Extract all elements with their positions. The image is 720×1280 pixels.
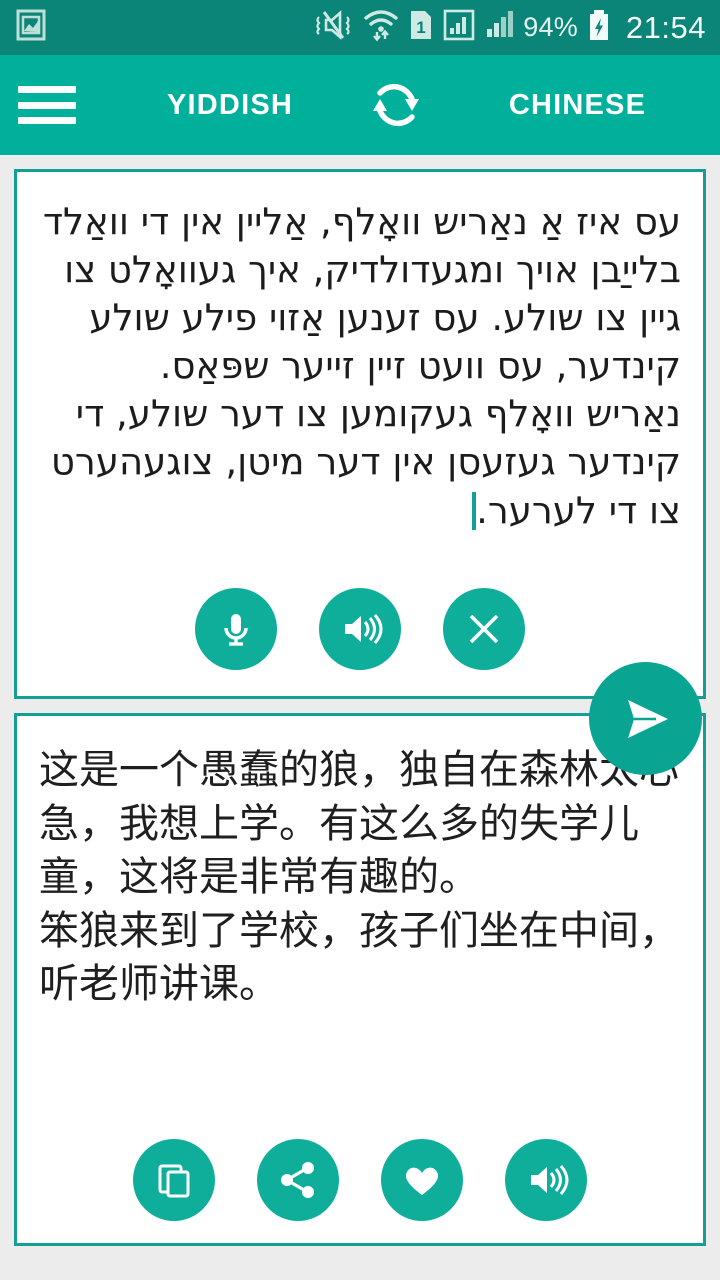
- image-icon: [16, 8, 46, 47]
- signal-sim1-icon: [443, 8, 475, 47]
- speak-translation-button[interactable]: [505, 1139, 587, 1221]
- source-action-buttons: [17, 588, 703, 670]
- status-bar: 1 94% 21:54: [0, 0, 720, 55]
- clear-button[interactable]: [443, 588, 525, 670]
- app-root: 1 94% 21:54 YIDDISH CHINESE עס איז אַ נא…: [0, 0, 720, 1280]
- target-language-selector[interactable]: CHINESE: [470, 89, 685, 122]
- source-text-input[interactable]: עס איז אַ נאַריש וואָלף, אַליין אין די ו…: [17, 172, 703, 535]
- hamburger-bar: [18, 86, 76, 93]
- microphone-button[interactable]: [195, 588, 277, 670]
- translate-send-button[interactable]: [589, 662, 702, 775]
- translation-action-buttons: [17, 1139, 703, 1221]
- sim1-icon: 1: [408, 8, 434, 47]
- hamburger-bar: [18, 117, 76, 124]
- status-bar-notifications: [16, 8, 46, 47]
- source-text-card: עס איז אַ נאַריש וואָלף, אַליין אין די ו…: [14, 169, 706, 699]
- source-text-value: עס איז אַ נאַריש וואָלף, אַליין אין די ו…: [42, 200, 681, 532]
- app-toolbar: YIDDISH CHINESE: [0, 55, 720, 155]
- translation-text: 这是一个愚蠢的狼，独自在森林太心急，我想上学。有这么多的失学儿童，这将是非常有趣…: [39, 747, 679, 1008]
- favorite-button[interactable]: [381, 1139, 463, 1221]
- signal-sim2-icon: [484, 8, 514, 47]
- source-language-selector[interactable]: YIDDISH: [150, 89, 310, 122]
- copy-button[interactable]: [133, 1139, 215, 1221]
- mute-vibrate-icon: [310, 8, 354, 47]
- wifi-icon: [363, 8, 399, 47]
- speak-button[interactable]: [319, 588, 401, 670]
- battery-percent: 94%: [523, 12, 578, 42]
- svg-text:1: 1: [417, 18, 426, 37]
- battery-charging-icon: [587, 8, 611, 47]
- swap-languages-icon[interactable]: [358, 67, 434, 143]
- status-bar-indicators: 1 94% 21:54: [310, 8, 706, 47]
- translation-result-card: 这是一个愚蠢的狼，独自在森林太心急，我想上学。有这么多的失学儿童，这将是非常有趣…: [14, 713, 706, 1246]
- share-button[interactable]: [257, 1139, 339, 1221]
- clock: 21:54: [625, 9, 706, 45]
- hamburger-menu-icon[interactable]: [18, 86, 76, 124]
- hamburger-bar: [18, 101, 76, 109]
